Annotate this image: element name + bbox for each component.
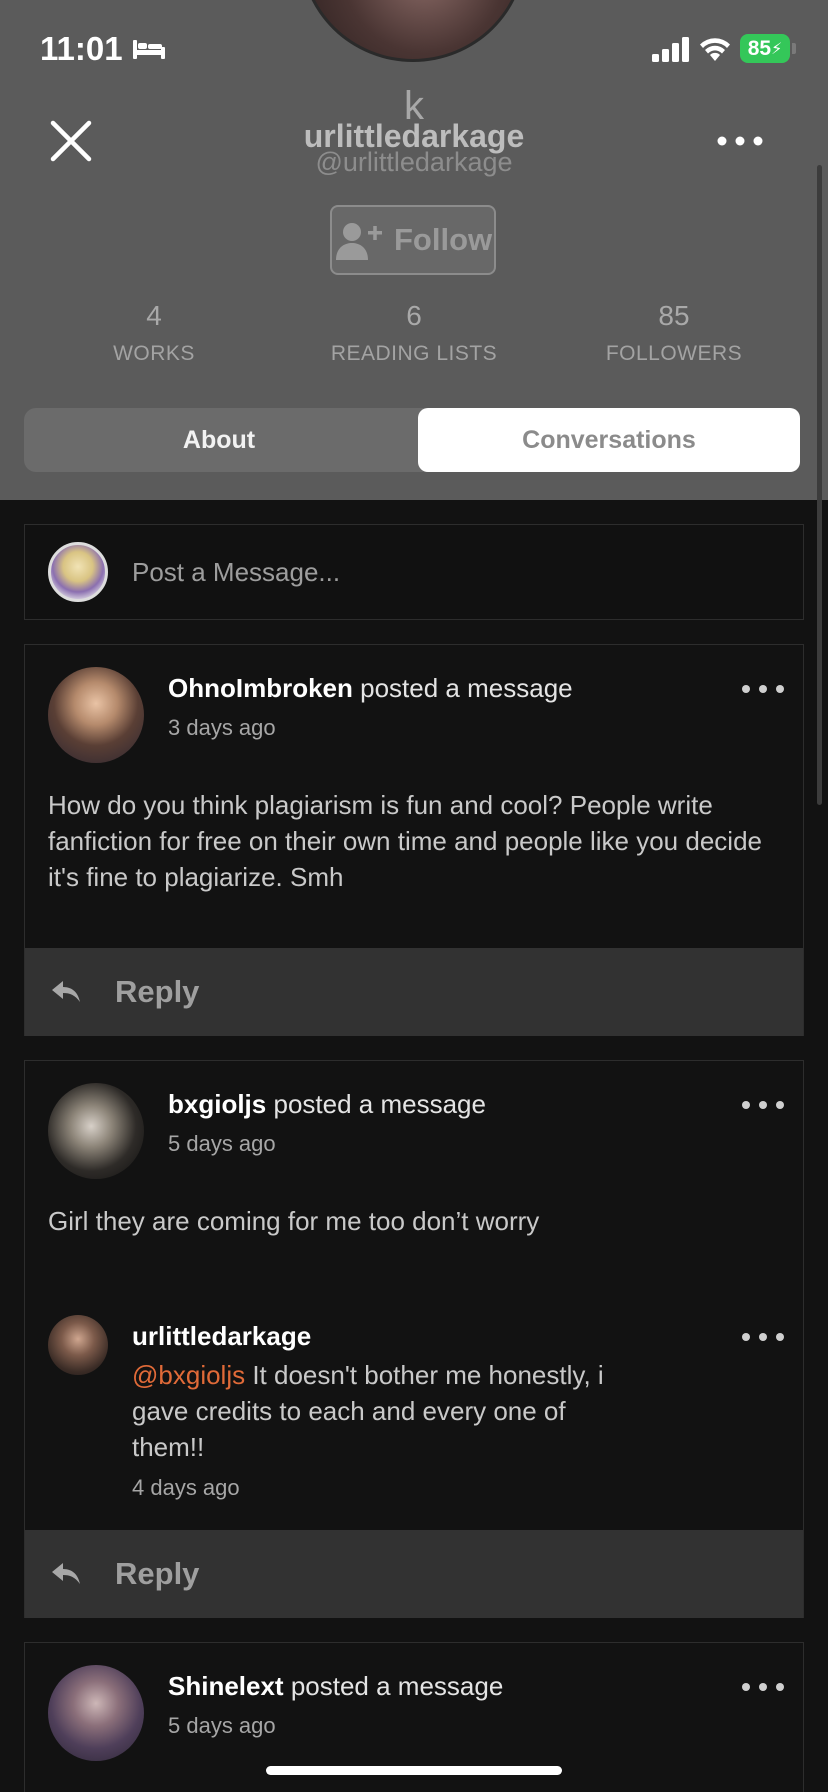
- message-action: posted a message: [290, 1671, 504, 1701]
- stat-value: 6: [406, 300, 422, 331]
- message-author-avatar[interactable]: [48, 667, 144, 763]
- stat-label: FOLLOWERS: [605, 342, 743, 365]
- follow-button[interactable]: Follow: [330, 205, 496, 275]
- reply-author[interactable]: urlittledarkage: [132, 1321, 311, 1352]
- user-mention-link[interactable]: @bxgioljs: [132, 1360, 245, 1390]
- message-action: posted a message: [273, 1089, 486, 1119]
- message-author-avatar[interactable]: [48, 1665, 144, 1761]
- tab-conversations[interactable]: Conversations: [418, 408, 800, 472]
- status-time: 11:01: [40, 30, 123, 67]
- scrollbar[interactable]: [817, 165, 822, 805]
- reply-button[interactable]: Reply: [25, 948, 803, 1036]
- follow-button-label: Follow: [394, 222, 493, 257]
- stat-label: WORKS: [113, 342, 195, 365]
- profile-header: 11:01 85 ⚡ k urlittledarkage @urlittledar…: [0, 0, 828, 500]
- reply-body: @bxgioljs It doesn't bother me honestly,…: [132, 1357, 632, 1465]
- reply-icon: [52, 1563, 80, 1584]
- message-card: bxgioljs posted a message 5 days ago Gir…: [24, 1060, 804, 1618]
- reply-icon: [52, 981, 80, 1002]
- message-action: posted a message: [360, 673, 573, 703]
- profile-stats: 4 WORKS 6 READING LISTS 85 FOLLOWERS: [0, 300, 828, 380]
- tab-about[interactable]: About: [24, 408, 414, 472]
- reply-time: 4 days ago: [132, 1475, 240, 1500]
- message-author-line: OhnoImbroken posted a message: [168, 673, 573, 704]
- stat-value: 85: [658, 300, 690, 331]
- profile-tabs: About Conversations: [24, 408, 800, 472]
- post-message-placeholder: Post a Message...: [132, 556, 341, 587]
- current-user-avatar: [48, 542, 108, 602]
- more-options-icon[interactable]: [741, 1329, 785, 1345]
- reply-label: Reply: [115, 1556, 200, 1591]
- message-author-line: bxgioljs posted a message: [168, 1089, 486, 1120]
- reply-author-avatar[interactable]: [48, 1315, 108, 1375]
- more-options-icon[interactable]: [716, 127, 764, 155]
- message-card: OhnoImbroken posted a message 3 days ago…: [24, 644, 804, 1036]
- battery-level: 85: [747, 36, 772, 60]
- message-author[interactable]: bxgioljs: [168, 1089, 266, 1119]
- profile-handle: @urlittledarkage: [315, 147, 513, 177]
- post-message-input[interactable]: Post a Message...: [24, 524, 804, 620]
- message-time: 3 days ago: [168, 715, 276, 740]
- message-author-line: Shinelext posted a message: [168, 1671, 503, 1702]
- message-body: How do you think plagiarism is fun and c…: [48, 790, 762, 892]
- more-options-icon[interactable]: [741, 681, 785, 697]
- message-author[interactable]: Shinelext: [168, 1671, 284, 1701]
- sleep-mode-icon: [133, 40, 165, 59]
- wifi-icon: [700, 38, 730, 61]
- message-time: 5 days ago: [168, 1713, 276, 1738]
- cellular-signal-icon: [652, 37, 689, 62]
- more-options-icon[interactable]: [741, 1097, 785, 1113]
- reply-label: Reply: [115, 974, 200, 1009]
- stat-reading-lists[interactable]: 6 READING LISTS: [284, 300, 544, 366]
- stat-followers[interactable]: 85 FOLLOWERS: [544, 300, 804, 366]
- message-time: 5 days ago: [168, 1131, 276, 1156]
- message-author-avatar[interactable]: [48, 1083, 144, 1179]
- battery-indicator: 85 ⚡: [740, 34, 790, 63]
- stat-works[interactable]: 4 WORKS: [24, 300, 284, 366]
- reply-button[interactable]: Reply: [25, 1530, 803, 1618]
- message-body: Girl they are coming for me too don’t wo…: [48, 1206, 540, 1236]
- message-author[interactable]: OhnoImbroken: [168, 673, 353, 703]
- stat-label: READING LISTS: [330, 342, 498, 365]
- home-indicator[interactable]: [266, 1766, 562, 1775]
- more-options-icon[interactable]: [741, 1679, 785, 1695]
- add-user-icon: [336, 223, 382, 260]
- stat-value: 4: [146, 300, 162, 331]
- battery-cap: [792, 43, 796, 54]
